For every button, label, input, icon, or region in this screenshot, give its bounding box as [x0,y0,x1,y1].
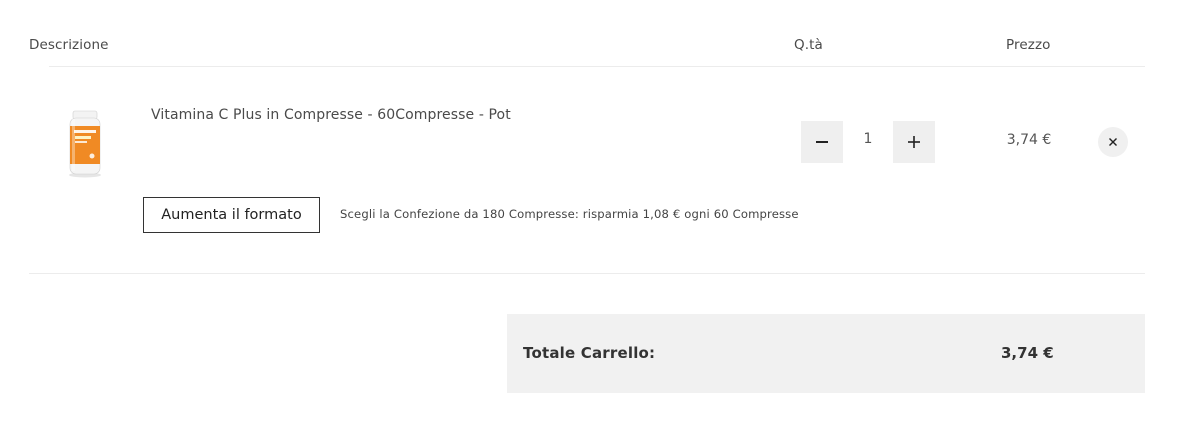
header-price: Prezzo [1006,37,1051,53]
quantity-value[interactable]: 1 [843,121,893,157]
header-divider [49,66,1145,67]
plus-icon [908,136,920,148]
cart-total-box: Totale Carrello: 3,74 € [507,314,1145,393]
upsize-button[interactable]: Aumenta il formato [143,197,320,233]
upsize-message: Scegli la Confezione da 180 Compresse: r… [340,207,799,221]
minus-icon [816,141,828,143]
cart-total-label: Totale Carrello: [523,344,656,362]
close-icon [1109,138,1117,146]
cart-page: Descrizione Q.tà Prezzo Vitamina C Plus … [0,0,1196,421]
decrease-quantity-button[interactable] [801,121,843,163]
increase-quantity-button[interactable] [893,121,935,163]
product-name-link[interactable]: Vitamina C Plus in Compresse - 60Compres… [151,107,511,123]
remove-item-button[interactable] [1098,127,1128,157]
vitamin-bottle-icon[interactable] [58,108,112,178]
cart-total-value: 3,74 € [1001,344,1054,362]
header-quantity: Q.tà [794,37,823,53]
header-description: Descrizione [29,37,109,53]
item-price: 3,74 € [1006,132,1052,148]
item-divider [29,273,1145,274]
